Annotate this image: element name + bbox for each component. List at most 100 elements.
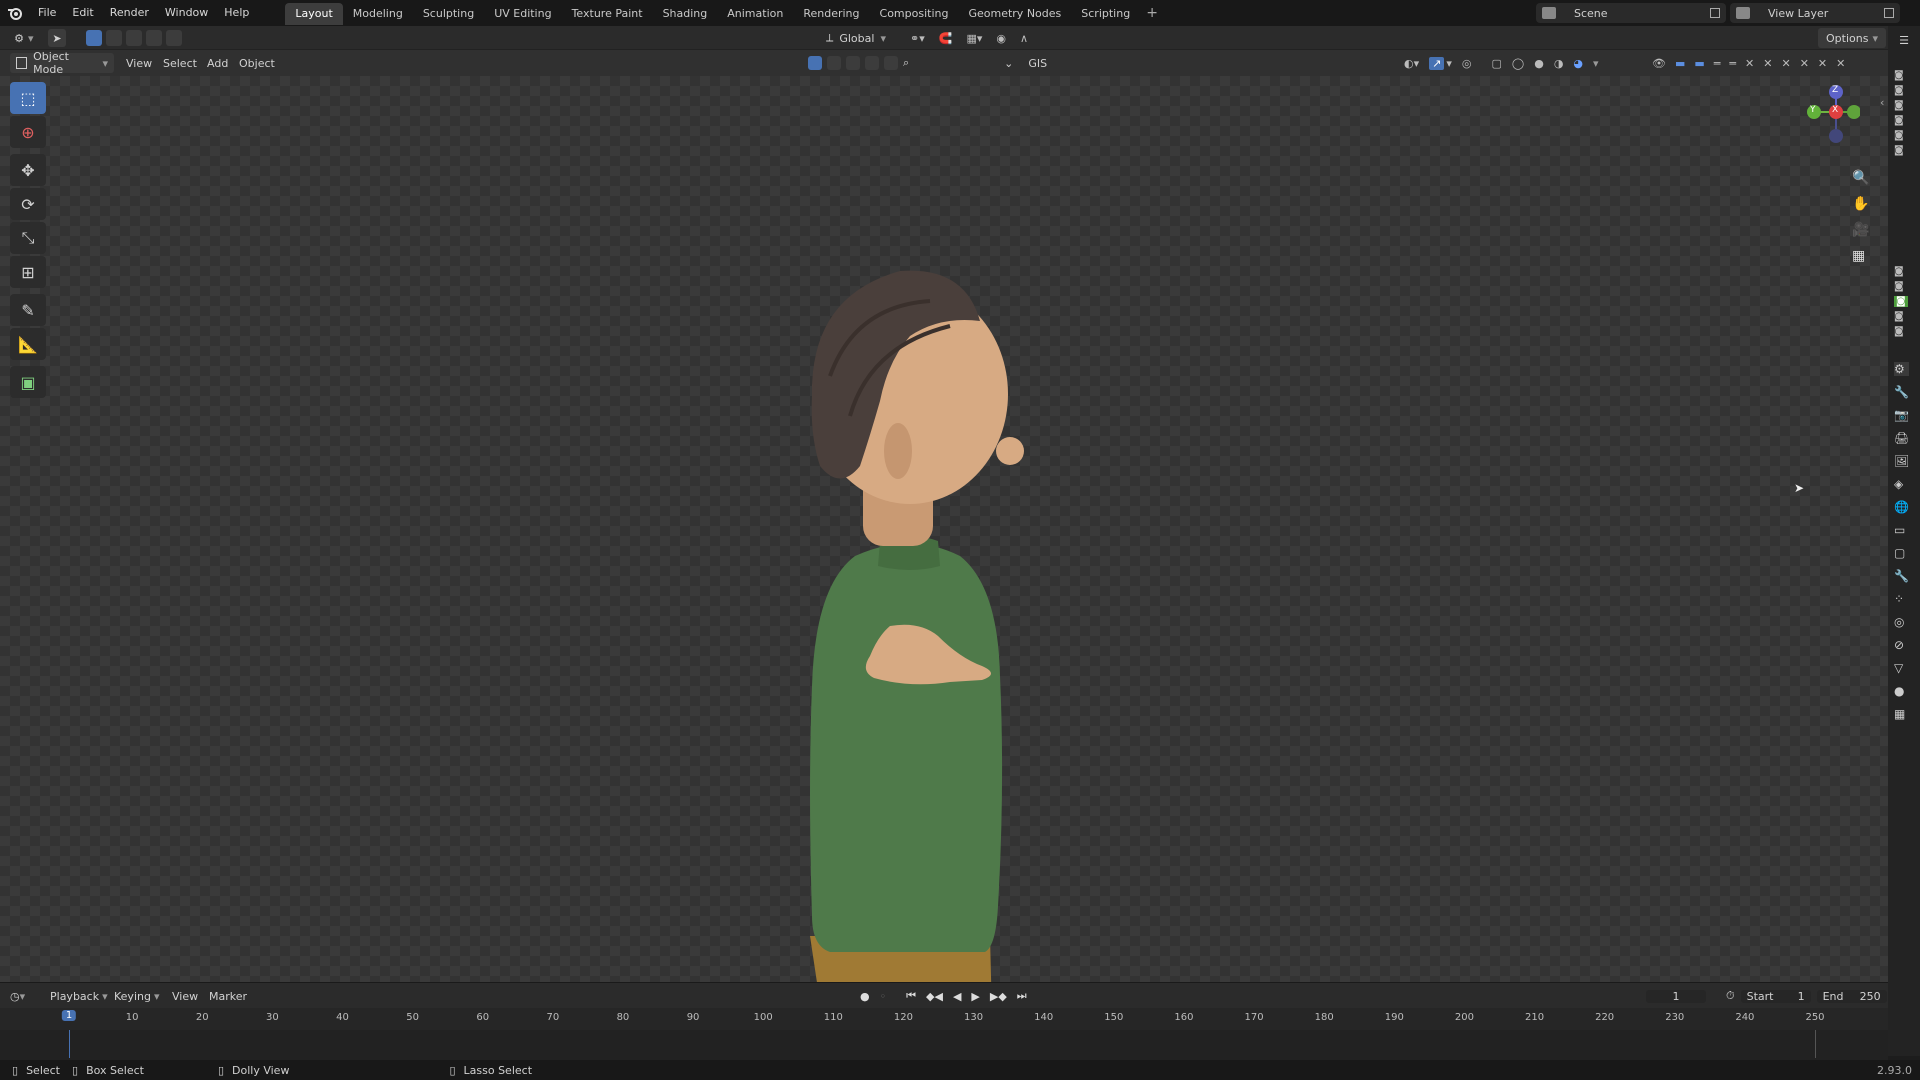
outliner-icon[interactable]: ☰ xyxy=(1896,32,1912,48)
object-mode-dropdown[interactable]: Object Mode ▾ xyxy=(10,50,114,76)
3d-viewport[interactable]: ⬚ ⊕ ✥ ⟳ ⤡ ⊞ ✎ 📐 ▣ Z Y X 🔍 ✋ 🎥 ▦ ‹ ➤ xyxy=(0,76,1888,982)
playback-controls[interactable]: ● ◦ ⏮ ◆◀ ◀ ▶ ▶◆ ⏭ xyxy=(860,986,1027,1006)
timeline-editor-type-button[interactable]: ◷ ▾ xyxy=(10,986,25,1006)
render-camera-icon[interactable]: ◙ xyxy=(1894,281,1908,292)
tab-compositing[interactable]: Compositing xyxy=(870,3,959,25)
toggle-icon[interactable]: ═ xyxy=(1729,57,1736,70)
copy-scene-icon[interactable] xyxy=(1710,8,1720,18)
blender-logo-icon[interactable] xyxy=(0,0,30,26)
toggle-icon[interactable]: ✕ xyxy=(1763,57,1772,70)
tab-uv-editing[interactable]: UV Editing xyxy=(484,3,561,25)
tab-scripting[interactable]: Scripting xyxy=(1071,3,1140,25)
play-icon[interactable]: ▶ xyxy=(971,990,979,1003)
render-camera-icon[interactable]: ◙ xyxy=(1894,130,1904,141)
texture-tab-icon[interactable]: ▦ xyxy=(1894,707,1909,721)
render-camera-icon[interactable]: ◙ xyxy=(1894,115,1904,126)
add-cube-tool[interactable]: ▣ xyxy=(10,366,46,398)
active-camera-icon[interactable]: ◙ xyxy=(1894,296,1908,307)
stopwatch-icon[interactable]: ⏱ xyxy=(1726,989,1735,1003)
editor-type-button[interactable]: ⚙ ▾ xyxy=(10,28,33,48)
overlays-icon[interactable]: ◎ xyxy=(1462,57,1472,70)
add-workspace-button[interactable]: + xyxy=(1140,5,1164,21)
rendered-shading-icon[interactable]: ◕ xyxy=(1573,57,1583,70)
character-model[interactable] xyxy=(760,226,1060,982)
snap-increment-icon[interactable]: ▦▾ xyxy=(966,32,982,45)
cursor-tool[interactable]: ⊕ xyxy=(10,116,46,148)
play-reverse-icon[interactable]: ◀ xyxy=(953,990,961,1003)
gis-export-icon[interactable] xyxy=(865,56,879,70)
xray-icon[interactable]: ▢ xyxy=(1491,57,1501,70)
jump-end-icon[interactable]: ⏭ xyxy=(1017,989,1027,1003)
object-tab-icon[interactable]: ▢ xyxy=(1894,546,1909,560)
render-camera-icon[interactable]: ◙ xyxy=(1894,145,1904,156)
marker-menu[interactable]: Marker xyxy=(209,986,247,1006)
tab-rendering[interactable]: Rendering xyxy=(793,3,869,25)
gis-import-icon[interactable] xyxy=(846,56,860,70)
next-keyframe-icon[interactable]: ▶◆ xyxy=(990,990,1007,1003)
tab-modeling[interactable]: Modeling xyxy=(343,3,413,25)
menu-edit[interactable]: Edit xyxy=(64,0,101,26)
viewport-overlay-controls[interactable]: ◐▾ ↗ ▾ ◎ ▢ ◯ ● ◑ ◕ ▾ xyxy=(1404,53,1599,73)
gis-search-icon[interactable]: ⌕ xyxy=(903,56,909,70)
render-camera-icon[interactable]: ◙ xyxy=(1894,100,1904,111)
view-layer-tab-icon[interactable]: 🖼 xyxy=(1894,454,1909,468)
toggle-icon[interactable]: ═ xyxy=(1714,57,1721,70)
extend-selection-icon[interactable] xyxy=(106,30,122,46)
scene-tab-icon[interactable]: ◈ xyxy=(1894,477,1909,491)
prev-keyframe-icon[interactable]: ◆◀ xyxy=(926,990,943,1003)
proportional-edit-icon[interactable]: ◉ xyxy=(996,32,1006,45)
keying-menu[interactable]: Keying ▾ xyxy=(114,986,159,1006)
end-frame-field[interactable]: End 250 xyxy=(1816,989,1887,1003)
physics-tab-icon[interactable]: ◎ xyxy=(1894,615,1909,629)
auto-key-icon[interactable]: ◦ xyxy=(880,990,887,1003)
world-tab-icon[interactable]: 🌐 xyxy=(1894,500,1909,514)
snapping-controls[interactable]: ⚭▾ 🧲 ▦▾ ◉ ∧ xyxy=(910,28,1028,48)
transform-orientation-dropdown[interactable]: ⟂ Global ▾ xyxy=(826,28,886,48)
gis-toolbar[interactable]: ⌕ ⌄ GIS xyxy=(808,53,1047,73)
tab-sculpting[interactable]: Sculpting xyxy=(413,3,484,25)
constraints-tab-icon[interactable]: ⊘ xyxy=(1894,638,1909,652)
gizmo-toggle-icon[interactable]: ↗ xyxy=(1429,56,1445,70)
object-menu[interactable]: Object xyxy=(239,53,275,73)
solid-shading-icon[interactable]: ● xyxy=(1534,57,1544,70)
gis-camera-icon[interactable] xyxy=(884,56,898,70)
render-camera-icon[interactable]: ◙ xyxy=(1894,326,1908,337)
eye-icon[interactable]: 👁 xyxy=(1652,57,1666,70)
falloff-icon[interactable]: ∧ xyxy=(1020,32,1028,45)
move-tool[interactable]: ✥ xyxy=(10,154,46,186)
jump-start-icon[interactable]: ⏮ xyxy=(906,989,916,1003)
copy-view-layer-icon[interactable] xyxy=(1884,8,1894,18)
collapse-toolbar-icon[interactable]: ‹ xyxy=(1880,96,1884,109)
tab-animation[interactable]: Animation xyxy=(717,3,793,25)
render-camera-icon[interactable]: ◙ xyxy=(1894,85,1904,96)
select-box-tool[interactable]: ⬚ xyxy=(10,82,46,114)
subtract-selection-icon[interactable] xyxy=(126,30,142,46)
tab-shading[interactable]: Shading xyxy=(653,3,718,25)
timeline-ruler[interactable]: 1 10 20 30 40 50 60 70 80 90 100 110 120 130 140 150 160… xyxy=(0,1008,1888,1030)
snap-icon[interactable]: 🧲 xyxy=(939,32,953,45)
select-tool-button[interactable]: ➤ xyxy=(48,28,66,48)
toggle-icon[interactable]: ✕ xyxy=(1745,57,1754,70)
current-frame-field[interactable]: 1 xyxy=(1646,989,1706,1003)
toggle-icon[interactable]: ✕ xyxy=(1818,57,1827,70)
transform-tool[interactable]: ⊞ xyxy=(10,256,46,288)
scene-selector[interactable]: Scene xyxy=(1536,3,1726,23)
toggle-icon[interactable]: ▬ xyxy=(1675,57,1685,70)
menu-help[interactable]: Help xyxy=(216,0,257,26)
measure-tool[interactable]: 📐 xyxy=(10,328,46,360)
selection-mode-buttons[interactable] xyxy=(86,28,182,48)
timeline-view-menu[interactable]: View xyxy=(172,986,198,1006)
select-menu[interactable]: Select xyxy=(163,53,197,73)
material-shading-icon[interactable]: ◑ xyxy=(1554,57,1564,70)
gis-basemap-icon[interactable] xyxy=(827,56,841,70)
particles-tab-icon[interactable]: ⁘ xyxy=(1894,592,1909,606)
timeline-track[interactable] xyxy=(0,1030,1888,1064)
tab-layout[interactable]: Layout xyxy=(285,3,343,25)
toggle-icon[interactable]: ✕ xyxy=(1781,57,1790,70)
collection-visibility-toggles[interactable]: 👁 ▬ ▬ ═ ═ ✕ ✕ ✕ ✕ ✕ ✕ xyxy=(1652,53,1845,73)
render-camera-icon[interactable]: ◙ xyxy=(1894,266,1908,277)
add-menu[interactable]: Add xyxy=(207,53,228,73)
camera-view-icon[interactable]: 🎥 xyxy=(1852,222,1869,238)
modifier-tab-icon[interactable]: 🔧 xyxy=(1894,569,1909,583)
render-tab-icon[interactable]: 📷 xyxy=(1894,408,1909,422)
